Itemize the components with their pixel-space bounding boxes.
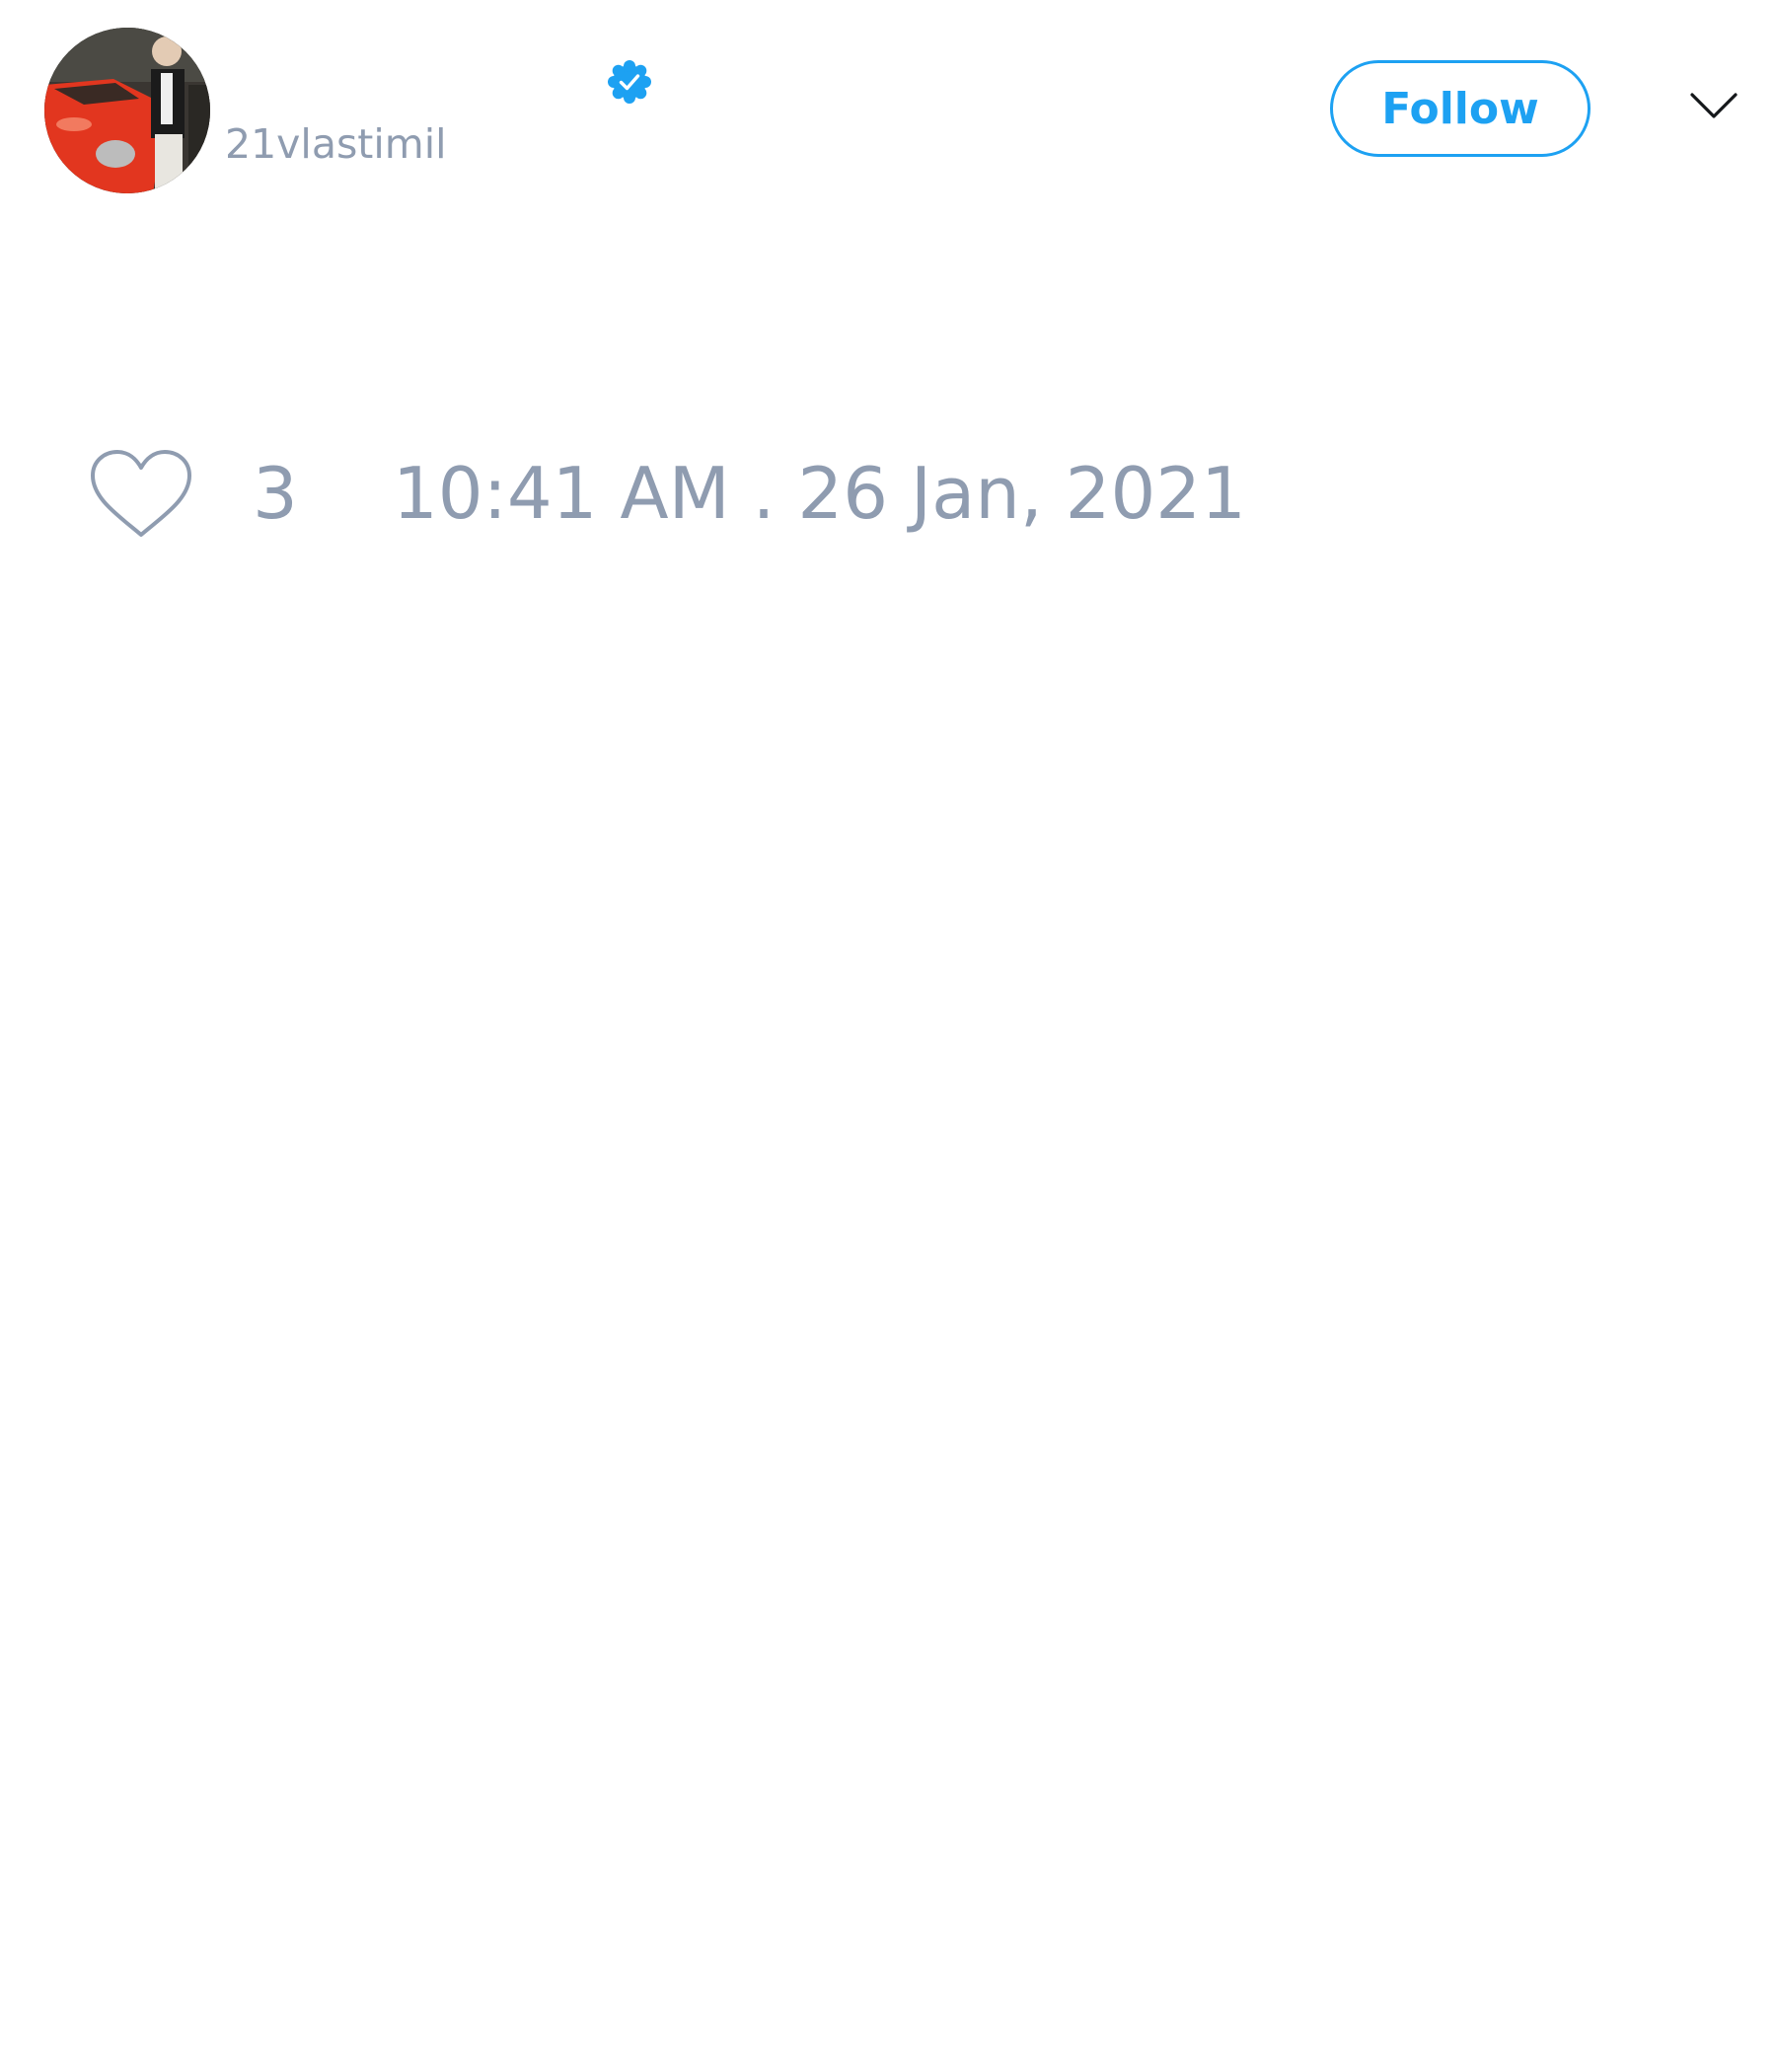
- heart-icon[interactable]: [89, 448, 193, 541]
- tweet-card: 21vlastimil Follow 3 10:41 AM . 26 Jan, …: [0, 0, 1776, 2072]
- avatar-image: [44, 28, 210, 193]
- tweet-timestamp[interactable]: 10:41 AM . 26 Jan, 2021: [393, 458, 1246, 529]
- avatar[interactable]: [44, 28, 210, 193]
- chevron-down-icon[interactable]: [1689, 89, 1739, 122]
- verified-badge-icon: [608, 60, 651, 104]
- author-handle[interactable]: 21vlastimil: [225, 124, 447, 165]
- like-count: 3: [253, 452, 298, 535]
- follow-button[interactable]: Follow: [1330, 60, 1591, 157]
